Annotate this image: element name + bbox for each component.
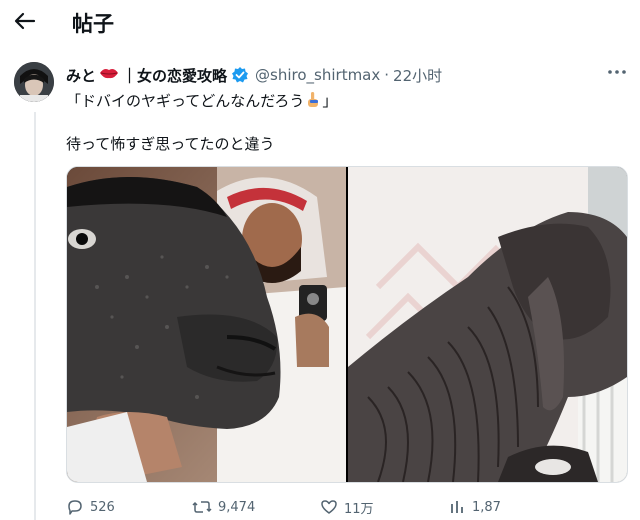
reply-button[interactable]: 526 [66, 496, 115, 518]
back-button[interactable] [10, 6, 40, 36]
more-dots-icon [608, 70, 626, 74]
lips-icon [99, 66, 119, 84]
tweet-author-row: みと ｜女の恋愛攻略 @shiro_shirtmax · 22小时 [66, 64, 442, 86]
arrow-left-icon [14, 12, 36, 30]
like-button[interactable]: 11万 [320, 496, 374, 518]
meta-separator: · [384, 66, 390, 84]
display-name[interactable]: みと [66, 65, 96, 86]
display-name-suffix[interactable]: ｜女の恋愛攻略 [122, 65, 227, 86]
verified-badge-icon [232, 67, 249, 83]
heart-icon [321, 500, 337, 514]
views-count: 1,87 [472, 499, 501, 515]
top-bar: 帖子 [0, 0, 640, 44]
like-count: 11万 [344, 501, 374, 517]
reply-count: 526 [90, 499, 115, 515]
retweet-icon [192, 501, 212, 513]
retweet-button[interactable]: 9,474 [192, 496, 255, 518]
tweet-media[interactable] [66, 166, 628, 483]
pointing-hand-icon [305, 91, 321, 113]
bar-chart-icon [451, 501, 463, 513]
media-photo-goat-closeup[interactable] [67, 167, 346, 482]
user-handle[interactable]: @shiro_shirtmax [255, 66, 380, 84]
reply-icon [68, 500, 82, 515]
avatar[interactable] [14, 62, 54, 102]
retweet-count: 9,474 [218, 499, 256, 515]
tweet-text: 「ドバイのヤギってどんなんだろう 」 [66, 90, 337, 113]
more-options-button[interactable] [606, 64, 628, 78]
media-photo-goat-wrinkled[interactable] [348, 167, 627, 482]
tweet-text-line1-end: 」 [322, 92, 338, 110]
thread-line [34, 112, 36, 520]
tweet-text-line1: 「ドバイのヤギってどんなんだろう [66, 92, 305, 110]
tweet-text-line2: 待って怖すぎ思ってたのと違う [66, 135, 275, 153]
tweet-timestamp[interactable]: 22小时 [393, 65, 442, 86]
tweet-actions: 526 9,474 11万 1,87 [66, 496, 626, 518]
page-title: 帖子 [72, 12, 114, 36]
views-button[interactable]: 1,87 [448, 496, 501, 518]
